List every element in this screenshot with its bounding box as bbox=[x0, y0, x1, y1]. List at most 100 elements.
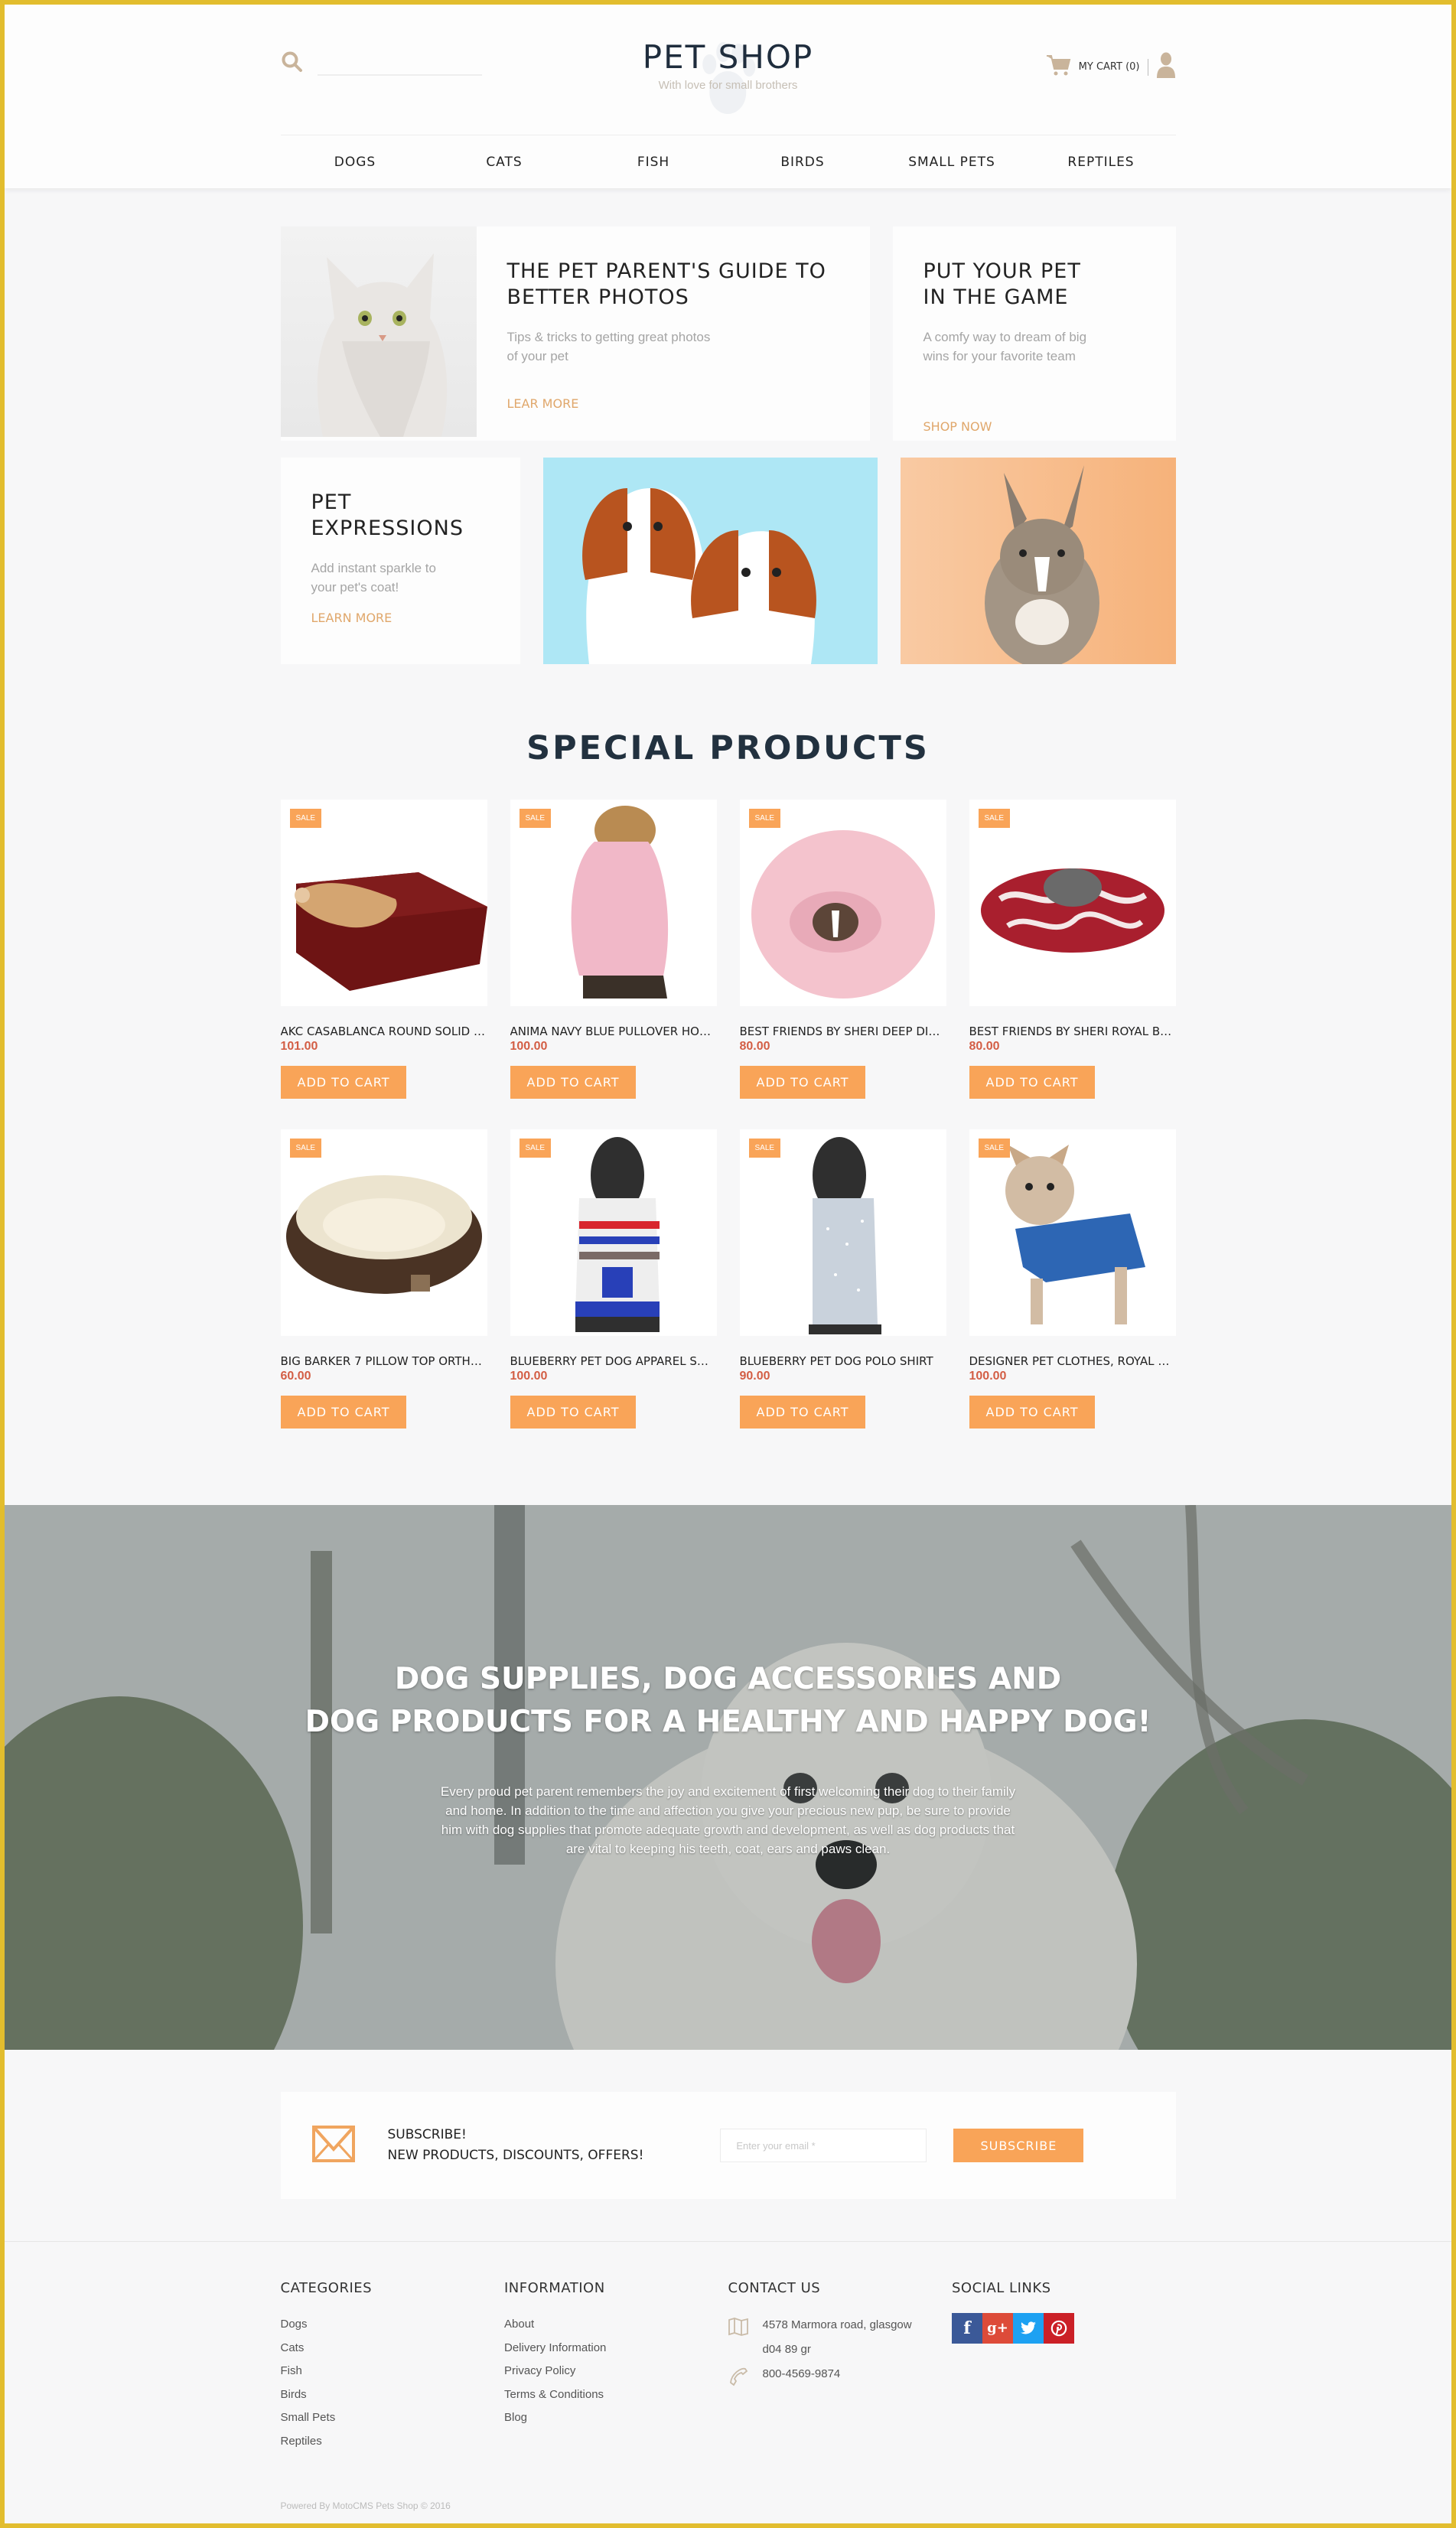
sale-badge: SALE bbox=[519, 1139, 552, 1158]
page-frame: PET SHOP With love for small brothers MY… bbox=[0, 0, 1456, 2528]
footer-contact: CONTACT US 4578 Marmora road, glasgow d0… bbox=[728, 2280, 953, 2453]
footer-link-blog[interactable]: Blog bbox=[504, 2406, 728, 2430]
product-name[interactable]: ANIMA NAVY BLUE PULLOVER HOODIE bbox=[510, 1025, 717, 1038]
learn-more-link[interactable]: LEAR MORE bbox=[507, 396, 579, 411]
product-name[interactable]: BEST FRIENDS BY SHERI ROYAL BED bbox=[969, 1025, 1176, 1038]
product-name[interactable]: AKC CASABLANCA ROUND SOLID BED bbox=[281, 1025, 487, 1038]
nav-reptiles[interactable]: REPTILES bbox=[1027, 155, 1176, 170]
shop-now-link[interactable]: SHOP NOW bbox=[923, 419, 992, 434]
logo-title: PET SHOP bbox=[642, 38, 814, 76]
product-card: SALE BLUEBERRY PET DOG APPAREL SWEATER 1… bbox=[510, 1129, 717, 1429]
product-name[interactable]: BEST FRIENDS BY SHERI DEEP DISH BED bbox=[740, 1025, 946, 1038]
footer-link-delivery[interactable]: Delivery Information bbox=[504, 2337, 728, 2360]
footer-link-reptiles[interactable]: Reptiles bbox=[281, 2430, 505, 2454]
product-price: 60.00 bbox=[280, 1370, 311, 1383]
footer-link-fish[interactable]: Fish bbox=[281, 2360, 505, 2383]
user-icon[interactable] bbox=[1156, 52, 1176, 82]
product-card: SALE BLUEBERRY PET DOG POLO SHIRT 90.00 … bbox=[739, 1129, 946, 1429]
nav-small-pets[interactable]: SMALL PETS bbox=[878, 155, 1027, 170]
product-name[interactable]: BIG BARKER 7 PILLOW TOP ORTHOPEDIC BED bbox=[281, 1354, 487, 1368]
footer-heading: CATEGORIES bbox=[280, 2280, 373, 2296]
product-price: 90.00 bbox=[739, 1370, 770, 1383]
footer-link-birds[interactable]: Birds bbox=[281, 2383, 505, 2407]
search-bar bbox=[281, 50, 482, 77]
search-icon[interactable] bbox=[281, 50, 304, 77]
puppies-image bbox=[542, 458, 878, 664]
product-price: 101.00 bbox=[280, 1040, 318, 1053]
product-card: SALE DESIGNER PET CLOTHES, ROYAL BLUE SW… bbox=[969, 1129, 1176, 1429]
pinterest-icon[interactable] bbox=[1044, 2313, 1074, 2344]
nav-fish[interactable]: FISH bbox=[579, 155, 728, 170]
footer-link-privacy[interactable]: Privacy Policy bbox=[504, 2360, 728, 2383]
add-to-cart-button[interactable]: ADD TO CART bbox=[510, 1396, 637, 1429]
add-to-cart-button[interactable]: ADD TO CART bbox=[969, 1396, 1096, 1429]
footer-link-terms[interactable]: Terms & Conditions bbox=[504, 2383, 728, 2407]
cart-icon[interactable] bbox=[1045, 54, 1071, 80]
product-image[interactable]: SALE bbox=[280, 800, 487, 1006]
footer-social: SOCIAL LINKS f g+ bbox=[952, 2280, 1176, 2453]
product-image[interactable]: SALE bbox=[510, 1129, 717, 1336]
google-plus-icon[interactable]: g+ bbox=[982, 2313, 1013, 2344]
sale-badge: SALE bbox=[748, 1139, 781, 1158]
hero-banner: DOG SUPPLIES, DOG ACCESSORIES AND DOG PRO… bbox=[5, 1505, 1451, 2050]
cart-area: MY CART (0) bbox=[1045, 52, 1176, 82]
footer-heading: SOCIAL LINKS bbox=[952, 2280, 1051, 2296]
learn-more-link[interactable]: LEARN MORE bbox=[311, 611, 393, 625]
sale-badge: SALE bbox=[519, 809, 552, 828]
nav-dogs[interactable]: DOGS bbox=[281, 155, 430, 170]
twitter-icon[interactable] bbox=[1013, 2313, 1044, 2344]
product-price: 80.00 bbox=[969, 1040, 1000, 1053]
promo-banners: THE PET PARENT'S GUIDE TO BETTER PHOTOS T… bbox=[280, 226, 1176, 664]
add-to-cart-button[interactable]: ADD TO CART bbox=[280, 1066, 407, 1099]
main-nav: DOGS CATS FISH BIRDS SMALL PETS REPTILES bbox=[280, 135, 1176, 188]
product-image[interactable]: SALE bbox=[739, 1129, 946, 1336]
subscribe-button[interactable]: SUBSCRIBE bbox=[953, 2129, 1084, 2162]
product-image[interactable]: SALE bbox=[969, 1129, 1176, 1336]
product-price: 100.00 bbox=[510, 1040, 548, 1053]
promo-description: Add instant sparkle to your pet's coat! bbox=[311, 561, 436, 595]
add-to-cart-button[interactable]: ADD TO CART bbox=[510, 1066, 637, 1099]
address: 4578 Marmora road, glasgow d04 89 gr bbox=[728, 2313, 953, 2362]
add-to-cart-button[interactable]: ADD TO CART bbox=[280, 1396, 407, 1429]
product-name[interactable]: DESIGNER PET CLOTHES, ROYAL BLUE SWEATER bbox=[969, 1354, 1176, 1368]
logo[interactable]: PET SHOP With love for small brothers bbox=[642, 38, 814, 114]
product-name[interactable]: BLUEBERRY PET DOG POLO SHIRT bbox=[740, 1354, 946, 1368]
sale-badge: SALE bbox=[289, 809, 322, 828]
promo-title: PET EXPRESSIONS bbox=[311, 490, 464, 540]
nav-cats[interactable]: CATS bbox=[430, 155, 579, 170]
add-to-cart-button[interactable]: ADD TO CART bbox=[739, 1066, 866, 1099]
footer-link-small-pets[interactable]: Small Pets bbox=[281, 2406, 505, 2430]
product-name[interactable]: BLUEBERRY PET DOG APPAREL SWEATER bbox=[510, 1354, 717, 1368]
cat-image bbox=[280, 226, 477, 437]
add-to-cart-button[interactable]: ADD TO CART bbox=[739, 1396, 866, 1429]
promo-card-guide: THE PET PARENT'S GUIDE TO BETTER PHOTOS T… bbox=[280, 226, 870, 441]
facebook-icon[interactable]: f bbox=[952, 2313, 982, 2344]
search-input[interactable] bbox=[317, 52, 482, 76]
product-card: SALE BEST FRIENDS BY SHERI DEEP DISH BED… bbox=[739, 800, 946, 1099]
subscribe-text: SUBSCRIBE! NEW PRODUCTS, DISCOUNTS, OFFE… bbox=[387, 2127, 644, 2163]
product-image[interactable]: SALE bbox=[739, 800, 946, 1006]
footer-link-cats[interactable]: Cats bbox=[281, 2337, 505, 2360]
footer-heading: CONTACT US bbox=[728, 2280, 821, 2296]
email-input[interactable] bbox=[720, 2129, 927, 2162]
footer-information: INFORMATION About Delivery Information P… bbox=[504, 2280, 728, 2453]
phone: 800-4569-9874 bbox=[728, 2362, 953, 2396]
hero-title: DOG SUPPLIES, DOG ACCESSORIES AND DOG PRO… bbox=[305, 1662, 1151, 1739]
sale-badge: SALE bbox=[748, 809, 781, 828]
nav-birds[interactable]: BIRDS bbox=[728, 155, 878, 170]
promo-title: THE PET PARENT'S GUIDE TO BETTER PHOTOS bbox=[507, 259, 826, 309]
logo-tagline: With love for small brothers bbox=[658, 79, 798, 92]
promo-description: Tips & tricks to getting great photos of … bbox=[507, 330, 711, 363]
product-image[interactable]: SALE bbox=[969, 800, 1176, 1006]
cart-link[interactable]: MY CART (0) bbox=[1079, 61, 1140, 73]
footer-link-dogs[interactable]: Dogs bbox=[281, 2313, 505, 2337]
sale-badge: SALE bbox=[289, 1139, 322, 1158]
envelope-icon bbox=[311, 2125, 356, 2167]
product-price: 100.00 bbox=[969, 1370, 1007, 1383]
footer-link-about[interactable]: About bbox=[504, 2313, 728, 2337]
powered-by: Powered By MotoCMS Pets Shop © 2016 bbox=[280, 2500, 451, 2511]
promo-card-expressions: PET EXPRESSIONS Add instant sparkle to you… bbox=[280, 458, 520, 664]
add-to-cart-button[interactable]: ADD TO CART bbox=[969, 1066, 1096, 1099]
product-image[interactable]: SALE bbox=[280, 1129, 487, 1336]
product-image[interactable]: SALE bbox=[510, 800, 717, 1006]
